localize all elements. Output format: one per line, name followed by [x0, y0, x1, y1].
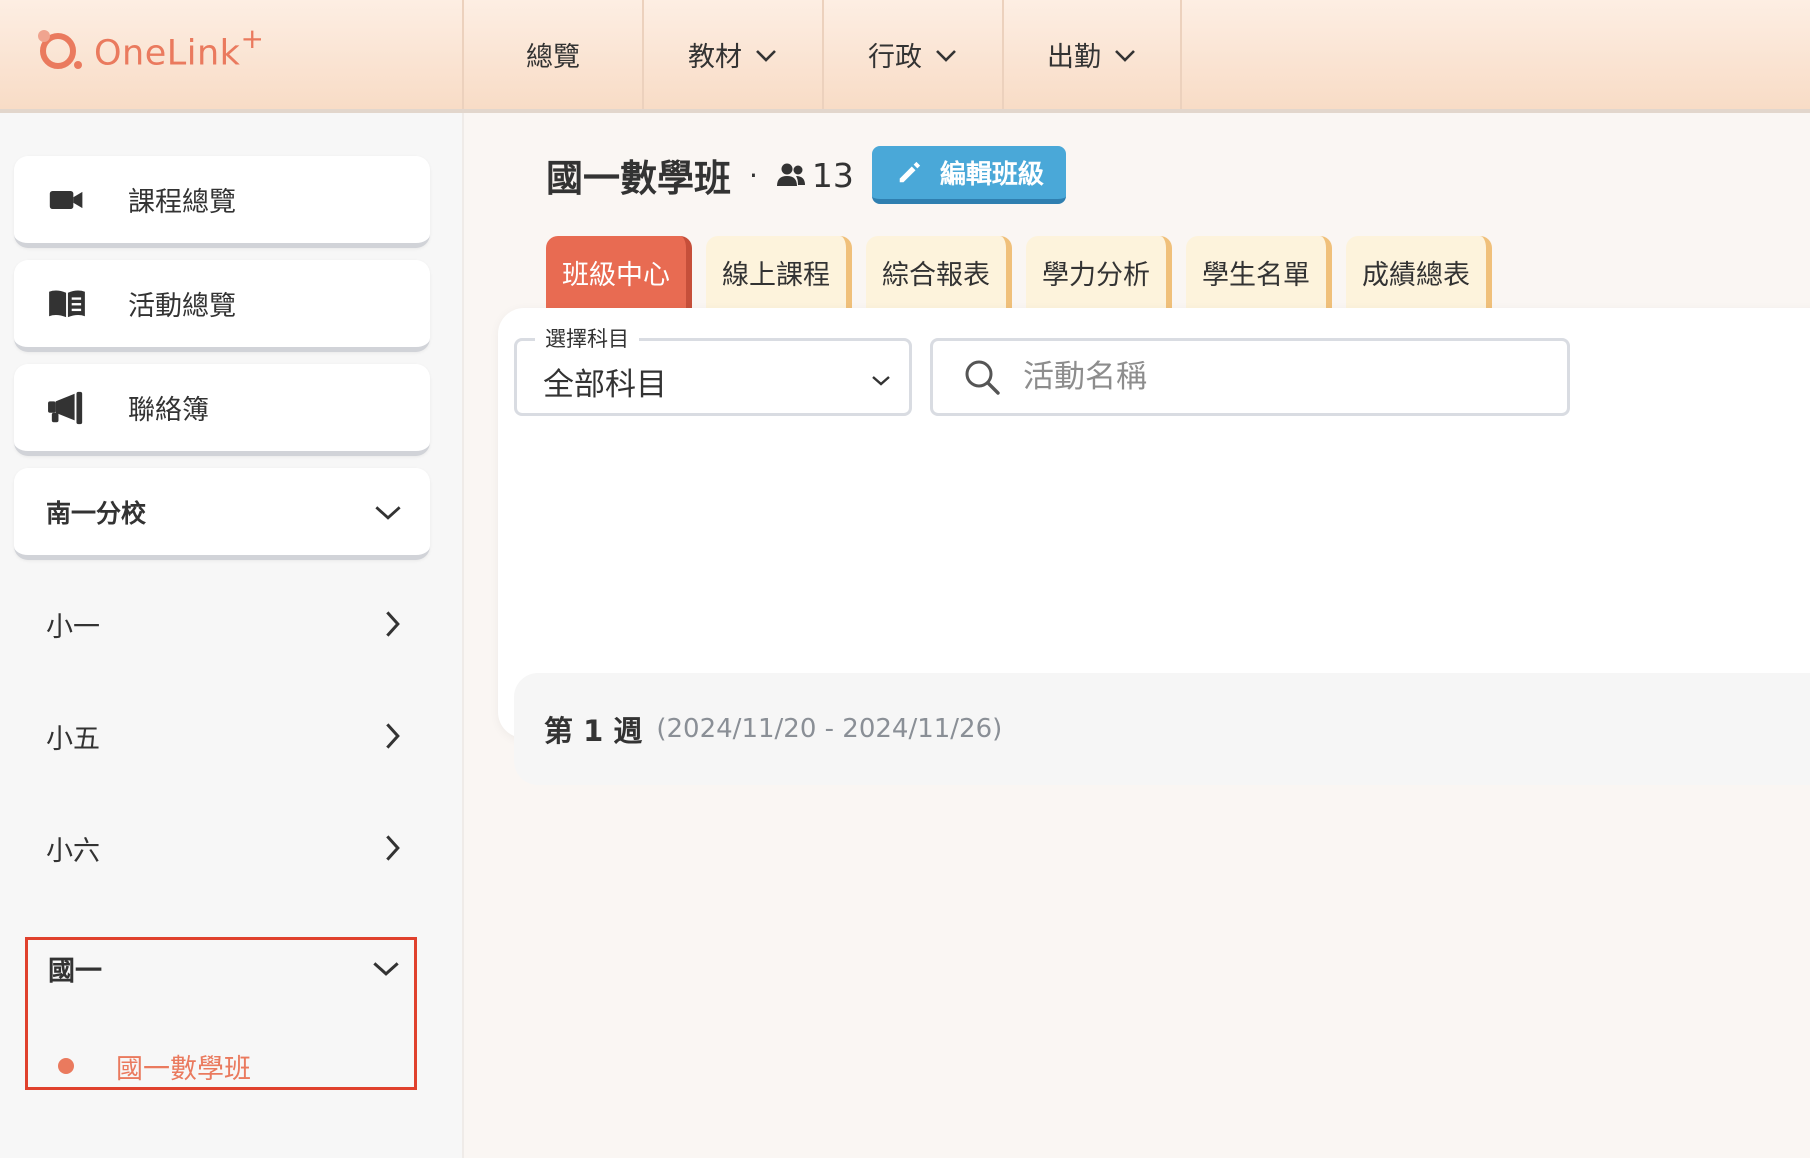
sidebar-item-course-overview[interactable]: 課程總覽	[14, 156, 430, 248]
chevron-down-icon	[936, 49, 956, 62]
edit-class-label: 編輯班級	[939, 160, 1044, 190]
tab-analysis[interactable]: 學力分析	[1026, 236, 1172, 308]
week-label: 第 1 週	[544, 714, 643, 748]
title-separator: ·	[749, 158, 758, 192]
tab-online-course[interactable]: 線上課程	[706, 236, 852, 308]
grade-label: 小一	[46, 611, 100, 643]
nav-label: 行政	[868, 42, 922, 73]
chevron-down-icon	[373, 962, 399, 976]
edit-class-button[interactable]: 編輯班級	[871, 146, 1066, 204]
sidebar-item-label: 課程總覽	[128, 187, 236, 218]
logo-text: OneLink+	[94, 22, 265, 74]
tab-student-list[interactable]: 學生名單	[1186, 236, 1332, 308]
week-row[interactable]: 第 1 週 (2024/11/20 - 2024/11/26)	[514, 673, 1810, 785]
grade-item-expanded[interactable]: 國一	[48, 948, 400, 988]
tab-label: 班級中心	[562, 259, 670, 291]
class-header: 國一數學班 · 13 編輯班級	[546, 145, 1066, 205]
grade-label: 小五	[46, 723, 100, 755]
nav-materials[interactable]: 教材	[642, 0, 822, 109]
users-icon	[776, 163, 805, 186]
chevron-down-icon	[756, 49, 776, 62]
class-item-active[interactable]: 國一數學班	[58, 1046, 251, 1086]
subject-select-legend: 選擇科目	[535, 323, 639, 353]
class-tabs: 班級中心 線上課程 綜合報表 學力分析 學生名單 成績總表	[546, 236, 1492, 308]
branch-label: 南一分校	[46, 498, 147, 528]
logo[interactable]: OneLink+	[34, 22, 265, 76]
pencil-icon	[899, 161, 921, 182]
chevron-down-icon	[375, 505, 401, 520]
main-content: 國一數學班 · 13 編輯班級 班級中心 線上課程 綜合報表 學力分析 學生名單…	[466, 113, 1810, 1158]
page: OneLink+ 總覽 教材 行政 出勤 課程總覽 活動總覽 聯絡簿 南一分校 …	[0, 0, 1810, 1158]
open-book-icon	[46, 286, 88, 322]
active-dot-icon	[58, 1058, 74, 1074]
nav-label: 教材	[688, 42, 742, 73]
search-icon	[965, 360, 1000, 395]
sidebar-item-label: 活動總覽	[128, 291, 236, 322]
sidebar-item-label: 聯絡簿	[128, 395, 209, 426]
video-camera-icon	[46, 182, 88, 218]
tab-report[interactable]: 綜合報表	[866, 236, 1012, 308]
top-header: OneLink+ 總覽 教材 行政 出勤	[0, 0, 1810, 113]
member-count: 13	[811, 155, 854, 195]
logo-icon	[38, 30, 82, 69]
chevron-down-icon	[1115, 49, 1135, 62]
nav-attendance[interactable]: 出勤	[1002, 0, 1182, 109]
tab-class-center[interactable]: 班級中心	[546, 236, 692, 308]
grade-expanded-group: 國一 國一數學班	[25, 937, 417, 1090]
chevron-right-icon	[386, 611, 400, 637]
activity-search[interactable]	[930, 338, 1570, 416]
tab-label: 線上課程	[722, 259, 830, 291]
branch-selector[interactable]: 南一分校	[14, 468, 430, 560]
tab-grades[interactable]: 成績總表	[1346, 236, 1492, 308]
tab-label: 綜合報表	[882, 259, 990, 291]
chevron-right-icon	[386, 835, 400, 861]
sidebar-item-contact-book[interactable]: 聯絡簿	[14, 364, 430, 456]
search-input[interactable]	[1023, 359, 1543, 395]
class-item-label: 國一數學班	[116, 1053, 251, 1085]
nav-label: 出勤	[1047, 42, 1101, 73]
tab-label: 成績總表	[1362, 259, 1470, 291]
week-date-range: (2024/11/20 - 2024/11/26)	[656, 714, 1003, 744]
activity-panel: 選擇科目 全部科目 第 1 週 (2024/11/20 - 2024/11/26…	[498, 308, 1810, 785]
tab-label: 學生名單	[1202, 259, 1310, 291]
top-nav: 總覽 教材 行政 出勤	[462, 0, 1182, 109]
nav-admin[interactable]: 行政	[822, 0, 1002, 109]
subject-select-value: 全部科目	[543, 367, 667, 403]
sidebar-item-activity-overview[interactable]: 活動總覽	[14, 260, 430, 352]
page-title: 國一數學班	[546, 157, 731, 200]
megaphone-icon	[46, 390, 88, 426]
nav-overview[interactable]: 總覽	[462, 0, 642, 109]
grade-item[interactable]: 小五	[46, 711, 406, 761]
chevron-down-icon	[872, 376, 890, 386]
grade-label: 小六	[46, 835, 100, 867]
grade-item[interactable]: 小六	[46, 823, 406, 873]
nav-label: 總覽	[526, 42, 580, 73]
tab-label: 學力分析	[1042, 259, 1150, 291]
subject-select[interactable]: 選擇科目 全部科目	[514, 323, 912, 416]
grade-label: 國一	[48, 955, 102, 987]
chevron-right-icon	[386, 723, 400, 749]
grade-item[interactable]: 小一	[46, 599, 406, 649]
